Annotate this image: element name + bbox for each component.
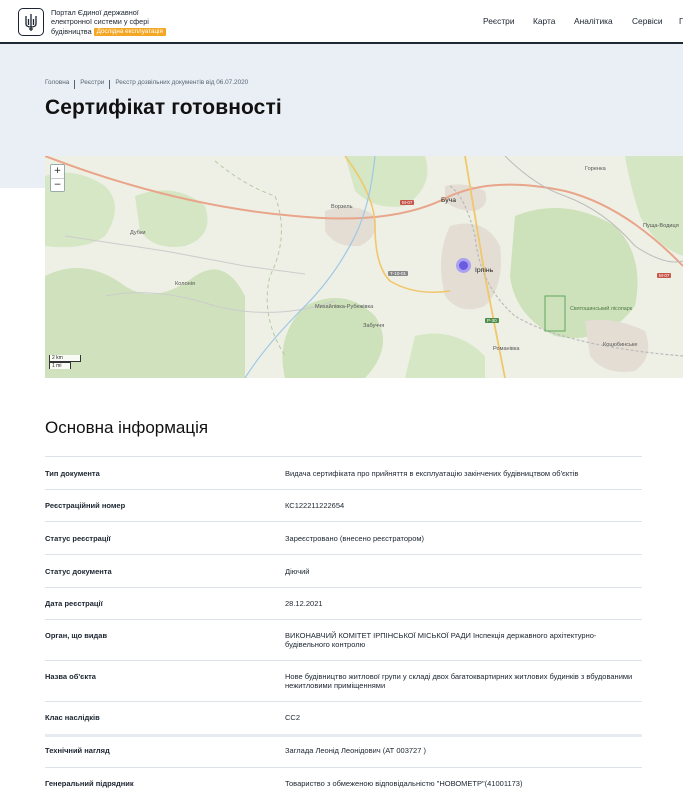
info-value: 28.12.2021 xyxy=(285,599,323,608)
breadcrumb-home[interactable]: Головна xyxy=(45,79,69,86)
nav-services[interactable]: Сервіси xyxy=(632,16,663,26)
info-row-reg-status: Статус реєстрації Зареєстровано (внесено… xyxy=(45,521,642,554)
breadcrumb: Головна Реєстри Реєстр дозвільних докуме… xyxy=(45,78,248,89)
site-header: Портал Єдиної державної електронної сист… xyxy=(0,0,683,44)
info-key: Назва об'єкта xyxy=(45,672,96,681)
info-value: Видача сертифіката про прийняття в експл… xyxy=(285,469,579,478)
info-row-consequence-class: Клас наслідків СС2 xyxy=(45,701,642,734)
info-value: КС122211222654 xyxy=(285,501,345,510)
info-row-reg-number: Реєстраційний номер КС122211222654 xyxy=(45,489,642,521)
map-label-mykhailivka: Михайлівка-Рубежівка xyxy=(315,304,374,310)
breadcrumb-registry-permits[interactable]: Реєстр дозвільних документів від 06.07.2… xyxy=(115,79,248,86)
info-key: Генеральний підрядник xyxy=(45,779,134,788)
map-label-kotsiubynske: Коцюбинське xyxy=(603,342,638,348)
nav-map[interactable]: Карта xyxy=(533,16,555,26)
info-key: Статус реєстрації xyxy=(45,534,111,543)
portal-title-line3: будівництва xyxy=(51,26,92,36)
map-label-bucha: Буча xyxy=(441,197,457,204)
page-title: Сертифікат готовності xyxy=(45,96,282,119)
info-key: Дата реєстрації xyxy=(45,599,103,608)
map-label-dubky: Дубки xyxy=(130,230,146,236)
map-scale-km: 2 km xyxy=(49,355,81,362)
road-tag-m07: М-07 xyxy=(400,200,415,205)
breadcrumb-registries[interactable]: Реєстри xyxy=(80,79,104,86)
info-key: Орган, що видав xyxy=(45,631,108,640)
road-tag-p30: Р-30 xyxy=(485,318,499,323)
map-label-horenka: Горенка xyxy=(585,166,606,172)
nav-registries[interactable]: Реєстри xyxy=(483,16,515,26)
info-key: Клас наслідків xyxy=(45,713,100,722)
info-value: Зареєстровано (внесено реєстратором) xyxy=(285,534,425,543)
info-value: СС2 xyxy=(285,713,301,722)
nav-more[interactable]: П xyxy=(679,16,683,26)
location-map[interactable]: Ворзель Буча Ірпінь Горенка Пуща-Водиця … xyxy=(45,156,683,378)
info-row-reg-date: Дата реєстрації 28.12.2021 xyxy=(45,587,642,619)
map-zoom-control: + − xyxy=(50,164,65,192)
zoom-out-button[interactable]: − xyxy=(51,178,64,191)
portal-brand[interactable]: Портал Єдиної державної електронної сист… xyxy=(18,8,211,36)
map-label-romanivka: Романівка xyxy=(493,346,520,352)
info-table: Тип документа Видача сертифіката про при… xyxy=(45,456,642,798)
map-label-zabuchia: Забуччя xyxy=(363,323,385,329)
map-tiles xyxy=(45,156,683,378)
info-value: ВИКОНАВЧИЙ КОМІТЕТ ІРПІНСЬКОЇ МІСЬКОЇ РА… xyxy=(285,631,597,650)
info-key: Статус документа xyxy=(45,567,112,576)
beta-badge: Дослідна експлуатація xyxy=(93,27,166,36)
info-value: Діючий xyxy=(285,567,310,576)
map-scale-mi: 1 mi xyxy=(49,362,71,369)
info-row-general-contractor: Генеральний підрядник Товариство з обмеж… xyxy=(45,767,642,798)
road-tag-m07-east: М-07 xyxy=(657,273,672,278)
info-key: Реєстраційний номер xyxy=(45,501,126,510)
map-label-koloniia: Колонія xyxy=(175,281,196,287)
info-row-tech-supervision: Технічний нагляд Заглада Леонід Леонідов… xyxy=(45,734,642,767)
info-row-object-name: Назва об'єкта Нове будівництво житлової … xyxy=(45,660,642,701)
info-value: Заглада Леонід Леонідович (АТ 003727 ) xyxy=(285,746,426,755)
info-value: Нове будівництво житлової групи у складі… xyxy=(285,672,633,691)
breadcrumb-separator xyxy=(109,80,111,89)
nav-analytics[interactable]: Аналітика xyxy=(574,16,613,26)
trident-logo-icon xyxy=(18,8,44,36)
portal-title: Портал Єдиної державної електронної сист… xyxy=(51,8,211,36)
map-label-pushcha: Пуща-Водиця xyxy=(643,223,679,229)
info-row-issuer: Орган, що видав ВИКОНАВЧИЙ КОМІТЕТ ІРПІН… xyxy=(45,619,642,660)
map-label-sviatoshynskyi: Святошинський лісопарк xyxy=(570,306,633,312)
map-label-vorzel: Ворзель xyxy=(331,204,353,210)
zoom-in-button[interactable]: + xyxy=(51,165,64,178)
info-key: Тип документа xyxy=(45,469,100,478)
info-key: Технічний нагляд xyxy=(45,746,110,755)
info-value: Товариство з обмеженою відповідальністю … xyxy=(285,779,523,788)
map-scale: 2 km 1 mi xyxy=(49,355,81,369)
section-title-main-info: Основна інформація xyxy=(45,418,209,437)
info-row-doc-type: Тип документа Видача сертифіката про при… xyxy=(45,456,642,489)
portal-title-line1: Портал Єдиної державної xyxy=(51,8,139,17)
info-row-doc-status: Статус документа Діючий xyxy=(45,554,642,587)
breadcrumb-separator xyxy=(74,80,76,89)
map-label-irpin: Ірпінь xyxy=(475,267,494,274)
portal-title-line2: електронної системи у сфері xyxy=(51,17,149,27)
location-marker[interactable] xyxy=(456,258,471,273)
road-tag-t1001: Т-10-01 xyxy=(388,271,409,276)
